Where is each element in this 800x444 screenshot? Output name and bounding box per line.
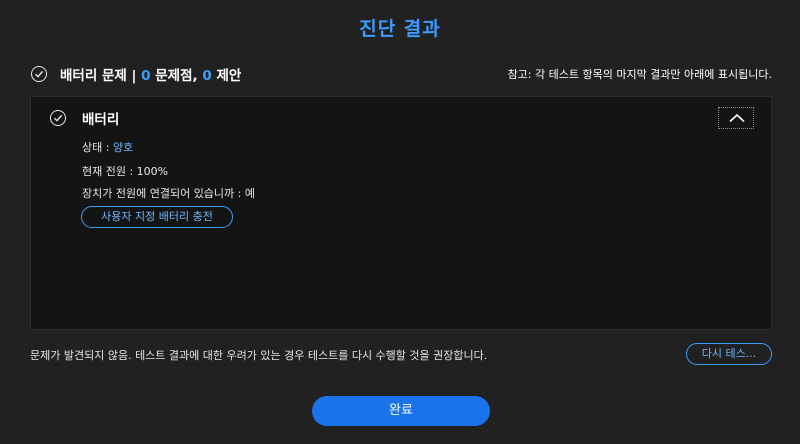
chevron-up-icon: [729, 113, 745, 123]
retest-button[interactable]: 다시 테스...: [686, 343, 772, 365]
check-circle-icon: [31, 66, 47, 82]
summary-separator: |: [126, 68, 142, 84]
connected-line: 장치가 전원에 연결되어 있습니까 : 예: [82, 187, 255, 200]
check-circle-icon: [50, 110, 66, 126]
dialog-title: 진단 결과: [359, 18, 441, 40]
collapse-button[interactable]: [718, 107, 754, 129]
problem-label: 문제점,: [150, 68, 203, 84]
summary-row: 배터리 문제 | 0 문제점, 0 제안 참고: 각 테스트 항목의 마지막 결…: [0, 62, 800, 86]
status-value: 양호: [112, 141, 134, 154]
done-button[interactable]: 완료: [312, 396, 490, 426]
suggestion-count: 0: [202, 68, 212, 84]
power-line: 현재 전원 : 100%: [82, 165, 169, 178]
result-message: 문제가 발견되지 않음. 테스트 결과에 대한 우려가 있는 경우 테스트를 다…: [30, 349, 488, 362]
diagnostic-results-dialog: 진단 결과 배터리 문제 | 0 문제점, 0 제안 참고: 각 테스트 항목의…: [0, 0, 800, 444]
results-note: 참고: 각 테스트 항목의 마지막 결과만 아래에 표시됩니다.: [507, 68, 772, 81]
problem-count: 0: [141, 68, 151, 84]
suggestion-label: 제안: [211, 68, 242, 84]
status-line: 상태 : 양호: [82, 139, 133, 155]
summary-text: 배터리 문제 | 0 문제점, 0 제안: [60, 64, 241, 84]
panel-header: 배터리: [82, 112, 120, 128]
status-label: 상태 :: [82, 141, 113, 154]
summary-category: 배터리 문제: [60, 68, 127, 84]
custom-charge-button[interactable]: 사용자 지정 배터리 충전: [81, 206, 233, 228]
